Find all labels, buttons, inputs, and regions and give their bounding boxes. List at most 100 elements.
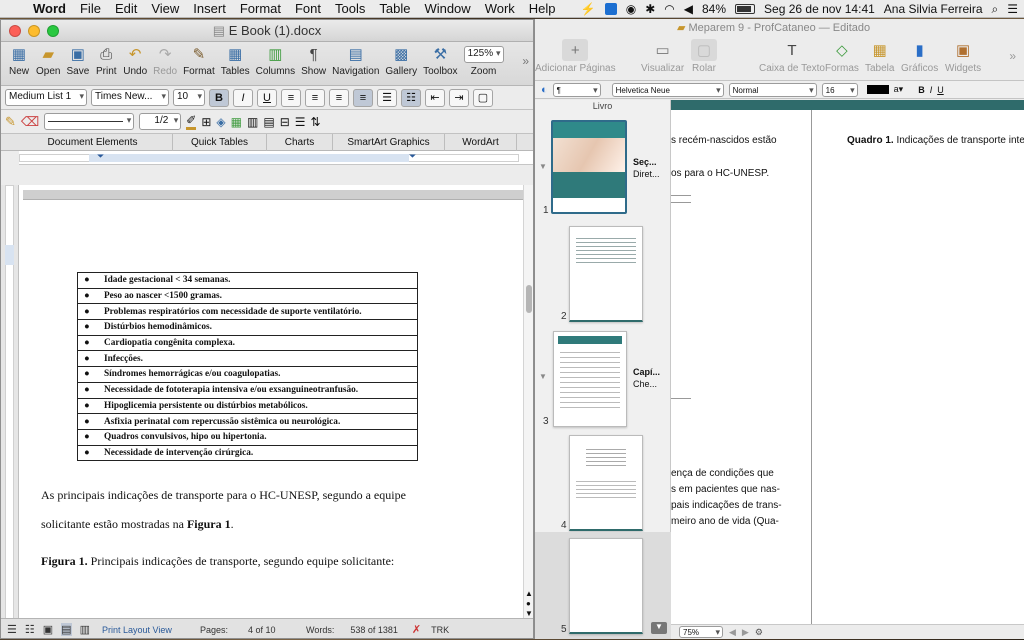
print-button[interactable]: ⎙ Print xyxy=(95,44,117,78)
align-right-icon[interactable]: ≡ xyxy=(329,88,349,107)
save-button[interactable]: ▣ Save xyxy=(66,44,89,77)
table-row[interactable]: ● Síndromes hemorrágicas e/ou coagulopati… xyxy=(77,366,418,383)
publishing-view-icon[interactable]: ▣ xyxy=(43,623,53,636)
next-page-arrow-icon[interactable]: ▶ xyxy=(742,627,749,638)
menu-font[interactable]: Font xyxy=(288,1,328,16)
menu-work[interactable]: Work xyxy=(478,1,522,16)
table-cell[interactable]: ● Necessidade de intervenção cirúrgica. xyxy=(77,445,418,462)
previous-page-arrow-icon[interactable]: ◀ xyxy=(729,627,736,638)
menu-view[interactable]: View xyxy=(144,1,186,16)
doc-text-line-4[interactable]: s em pacientes que nas- xyxy=(671,484,780,495)
zoom-window-icon[interactable] xyxy=(47,25,59,37)
table-row[interactable]: ● Quadros convulsivos, hipo ou hipertonia… xyxy=(77,429,418,446)
quadro-caption[interactable]: Quadro 1. Indicações de transporte inter xyxy=(847,135,1024,146)
track-changes-indicator[interactable]: TRK xyxy=(431,625,449,635)
page-thumbnail-5[interactable] xyxy=(569,538,643,634)
clock[interactable]: Seg 26 de nov 14:41 xyxy=(764,2,875,16)
view-button[interactable]: ▭ Visualizar xyxy=(641,39,684,74)
menu-format[interactable]: Format xyxy=(233,1,288,16)
outline-view-icon[interactable]: ☷ xyxy=(25,623,35,636)
line-weight-select[interactable]: 1/2 xyxy=(139,113,182,130)
draft-view-icon[interactable]: ☰ xyxy=(7,623,17,636)
decrease-indent-icon[interactable]: ⇤ xyxy=(425,88,445,107)
table-cell[interactable]: ● Problemas respiratórios com necessidade… xyxy=(77,303,418,321)
table-cell[interactable]: ● Cardiopatia congênita complexa. xyxy=(77,335,418,352)
add-page-button[interactable]: + Adicionar Páginas xyxy=(535,39,616,74)
table-cell[interactable]: ● Síndromes hemorrágicas e/ou coagulopati… xyxy=(77,366,418,383)
indications-table[interactable]: ● Idade gestacional < 34 semanas. ● Peso ao… xyxy=(77,272,418,462)
menu-edit[interactable]: Edit xyxy=(108,1,144,16)
shading-icon[interactable]: ◈ xyxy=(216,115,225,129)
table-row[interactable]: ● Infecções. xyxy=(77,350,418,368)
navigation-button[interactable]: ▤ Navigation xyxy=(332,44,379,77)
view-options-gear-icon[interactable]: ⚙ xyxy=(755,627,763,638)
font-size-select[interactable]: 10 xyxy=(173,89,205,106)
bullets-icon[interactable]: ☰ xyxy=(377,88,397,107)
distribute-rows-icon[interactable]: ☰ xyxy=(295,115,306,129)
page-thumbnail-3[interactable] xyxy=(553,331,627,427)
bold-button[interactable]: B xyxy=(209,88,229,107)
doc-text-line-5[interactable]: pais indicações de trans- xyxy=(671,500,782,511)
notification-center-icon[interactable]: ☰ xyxy=(1007,2,1018,16)
vertical-scrollbar[interactable]: ▲ ● ▼ xyxy=(523,185,533,625)
tab-charts[interactable]: Charts xyxy=(267,133,333,151)
table-cell[interactable]: ● Quadros convulsivos, hipo ou hipertonia… xyxy=(77,429,418,446)
pages-italic-button[interactable]: I xyxy=(930,85,933,95)
italic-button[interactable]: I xyxy=(233,88,253,107)
eraser-icon[interactable]: ⌫ xyxy=(21,114,39,130)
table-row[interactable]: ● Idade gestacional < 34 semanas. xyxy=(77,272,418,289)
vertical-ruler[interactable] xyxy=(1,185,19,625)
pen-color-icon[interactable]: ✐ xyxy=(186,113,197,130)
pages-font-style-select[interactable]: Normal xyxy=(728,82,817,97)
sidebar-menu-icon[interactable]: ▼ xyxy=(651,622,667,634)
increase-indent-icon[interactable]: ⇥ xyxy=(449,88,469,107)
toolbox-button[interactable]: ⚒ Toolbox xyxy=(423,44,457,77)
table-row[interactable]: ● Necessidade de fototerapia intensiva e/… xyxy=(77,382,418,399)
border-box-icon[interactable]: ⊞ xyxy=(201,115,211,129)
wifi-icon[interactable]: ◠ xyxy=(664,2,674,16)
tab-wordart[interactable]: WordArt xyxy=(445,133,517,151)
tab-smartart[interactable]: SmartArt Graphics xyxy=(333,133,445,151)
section-disclosure-icon[interactable]: ▼ xyxy=(539,162,547,171)
table-cell[interactable]: ● Peso ao nascer <1500 gramas. xyxy=(77,288,418,305)
page-thumbnail-2[interactable] xyxy=(569,226,643,322)
menu-window[interactable]: Window xyxy=(417,1,477,16)
table-row[interactable]: ● Hipoglicemia persistente ou distúrbios … xyxy=(77,398,418,415)
columns-button[interactable]: ▥ Columns xyxy=(256,44,295,77)
style-select[interactable]: Medium List 1 xyxy=(5,89,87,106)
pages-underline-button[interactable]: U xyxy=(937,85,944,95)
previous-page-icon[interactable]: ▲ xyxy=(525,589,533,598)
font-select[interactable]: Times New... xyxy=(91,89,169,106)
merge-cells-icon[interactable]: ▥ xyxy=(247,115,258,129)
table-row[interactable]: ● Asfixia perinatal com repercussão sistê… xyxy=(77,413,418,430)
split-cells-icon[interactable]: ▤ xyxy=(263,115,274,129)
doc-text-line-2[interactable]: os para o HC-UNESP. xyxy=(671,168,769,179)
page-thumbnail-1[interactable] xyxy=(551,120,627,214)
sort-icon[interactable]: ⇅ xyxy=(311,115,321,129)
align-left-icon[interactable]: ≡ xyxy=(281,88,301,107)
zoom-select[interactable]: 125% xyxy=(463,46,504,63)
pages-toolbar-overflow-icon[interactable]: » xyxy=(1009,49,1016,63)
menu-word[interactable]: Word xyxy=(26,1,73,16)
tables-button[interactable]: ▦ Tables xyxy=(221,44,250,77)
doc-text-line-3[interactable]: ença de condições que xyxy=(671,468,774,479)
undo-button[interactable]: ↶ Undo xyxy=(123,44,147,77)
menu-table[interactable]: Table xyxy=(372,1,417,16)
widgets-button[interactable]: ▣ Widgets xyxy=(945,39,981,74)
underline-button[interactable]: U xyxy=(257,88,277,107)
shapes-button[interactable]: ◇ Formas xyxy=(825,39,859,74)
figure-caption[interactable]: Figura 1. Principais indicações de trans… xyxy=(41,554,394,569)
battery-percent[interactable]: 84% xyxy=(702,2,726,16)
indent-marker-icon[interactable]: ⏷ xyxy=(97,151,104,162)
pages-bold-button[interactable]: B xyxy=(918,85,925,95)
pages-font-select[interactable]: Helvetica Neue xyxy=(611,82,724,97)
pages-value[interactable]: 4 of 10 xyxy=(248,625,300,635)
screen-record-icon[interactable]: ◉ xyxy=(626,2,636,16)
notebook-view-icon[interactable]: ▥ xyxy=(80,623,90,636)
paragraph-style-select[interactable]: ¶ xyxy=(552,82,601,97)
pages-document-canvas[interactable]: s recém-nascidos estão os para o HC-UNES… xyxy=(671,100,1024,639)
table-cell[interactable]: ● Necessidade de fototerapia intensiva e/… xyxy=(77,382,418,399)
minimize-window-icon[interactable] xyxy=(28,25,40,37)
page-thumbnail-4[interactable] xyxy=(569,435,643,531)
toolbar-overflow-icon[interactable]: » xyxy=(522,54,529,68)
